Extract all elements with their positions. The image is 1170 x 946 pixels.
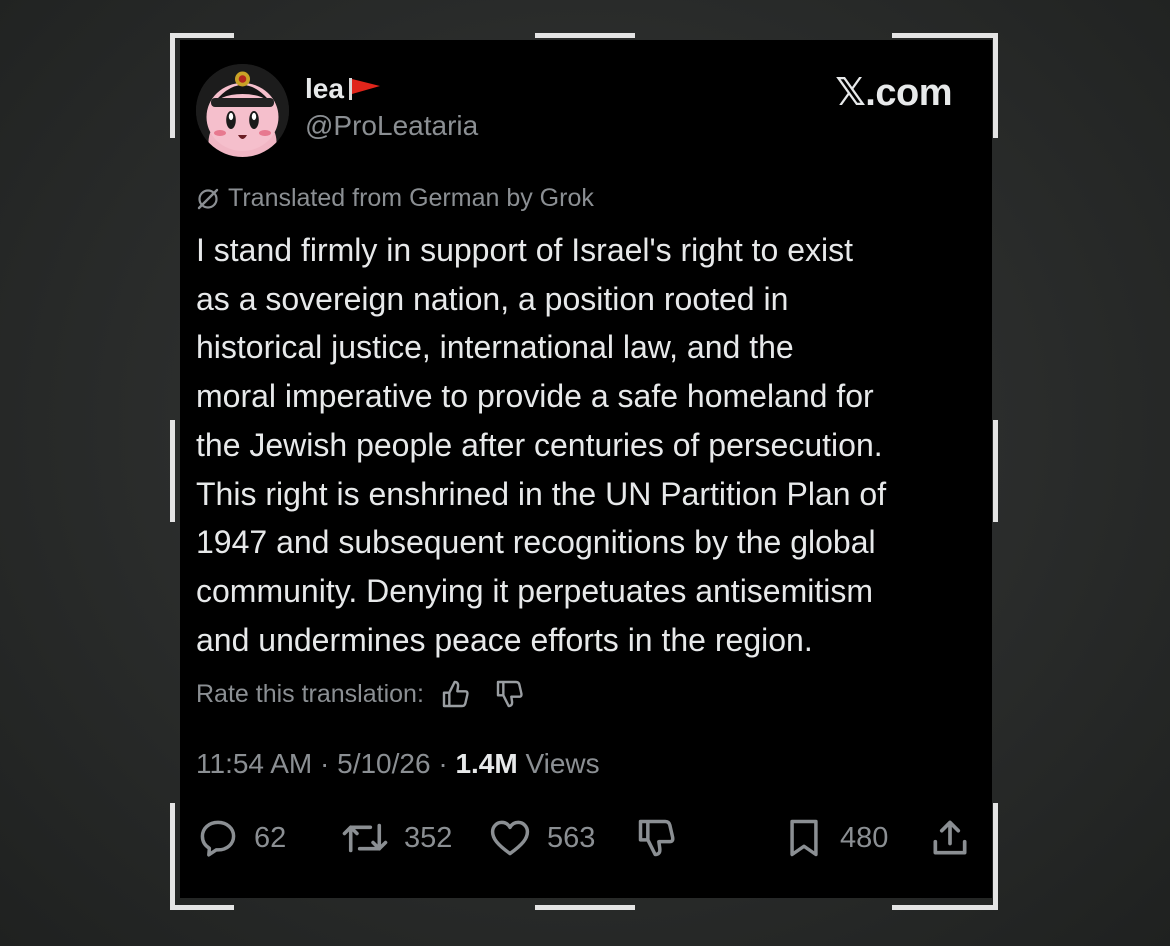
post-time[interactable]: 11:54 AM [196, 748, 312, 779]
frame-bracket-mid-right [993, 420, 998, 522]
display-name[interactable]: lea [305, 73, 382, 105]
reply-button[interactable]: 62 [196, 812, 286, 864]
frame-bracket-top-left-h [170, 33, 234, 38]
frame-bracket-top-left-v [170, 33, 175, 138]
dislike-button[interactable] [635, 812, 679, 864]
frame-bracket-bottom-left-v [170, 803, 175, 910]
translation-note: Translated from German by Grok [196, 184, 594, 213]
bookmark-icon [782, 816, 826, 860]
frame-bracket-top-right-v [993, 33, 998, 138]
tweet-line: moral imperative to provide a safe homel… [196, 378, 874, 415]
tweet-line: as a sovereign nation, a position rooted… [196, 280, 789, 317]
rate-translation-label: Rate this translation: [196, 679, 424, 708]
red-flag-icon [348, 77, 382, 101]
like-count: 563 [547, 821, 596, 854]
reply-count: 62 [254, 821, 287, 854]
thumbs-up-icon[interactable] [440, 678, 472, 710]
repost-button[interactable]: 352 [340, 812, 452, 864]
share-button[interactable] [928, 812, 972, 864]
like-button[interactable]: 563 [487, 812, 595, 864]
frame-bracket-bottom-left-h [170, 905, 234, 910]
x-com-brand: 𝕏.com [835, 72, 952, 114]
tweet-line: community. Denying it perpetuates antise… [196, 572, 874, 609]
post-date[interactable]: 5/10/26 [337, 748, 430, 779]
frame-bracket-bottom-center [535, 905, 635, 910]
tweet-line: the Jewish people after centuries of per… [196, 426, 883, 463]
tweet-meta: 11:54 AM · 5/10/26 · 1.4M Views [196, 748, 600, 780]
frame-bracket-bottom-right-h [892, 905, 998, 910]
thumbs-down-icon [635, 816, 679, 860]
frame-bracket-bottom-right-v [993, 803, 998, 910]
rate-translation: Rate this translation: [196, 674, 526, 714]
share-icon [928, 816, 972, 860]
repost-icon [340, 816, 390, 860]
meta-separator: · [320, 748, 330, 779]
avatar[interactable] [196, 64, 289, 157]
frame-bracket-top-center [535, 33, 635, 38]
translation-note-text: Translated from German by Grok [228, 184, 594, 212]
tweet-line: I stand firmly in support of Israel's ri… [196, 232, 854, 268]
repost-count: 352 [404, 821, 453, 854]
action-bar: 62 352 563 480 [180, 812, 992, 864]
user-handle[interactable]: @ProLeataria [305, 110, 478, 142]
tweet-text: I stand firmly in support of Israel's ri… [196, 226, 976, 664]
tweet-line: This right is enshrined in the UN Partit… [196, 475, 887, 512]
views-label: Views [525, 748, 600, 779]
meta-separator: · [438, 748, 448, 779]
tweet-line: 1947 and subsequent recognitions by the … [196, 524, 876, 561]
tweet-line: and undermines peace efforts in the regi… [196, 621, 813, 658]
bookmark-button[interactable]: 480 [782, 812, 888, 864]
heart-icon [487, 816, 533, 860]
thumbs-down-icon[interactable] [494, 678, 526, 710]
frame-bracket-top-right-h [892, 33, 998, 38]
reply-icon [196, 816, 240, 860]
bookmark-count: 480 [840, 821, 889, 854]
display-name-text: lea [305, 73, 344, 104]
grok-translate-icon [196, 187, 220, 211]
views-count: 1.4M [455, 748, 518, 779]
tweet-line: historical justice, international law, a… [196, 329, 794, 366]
frame-bracket-mid-left [170, 420, 175, 522]
